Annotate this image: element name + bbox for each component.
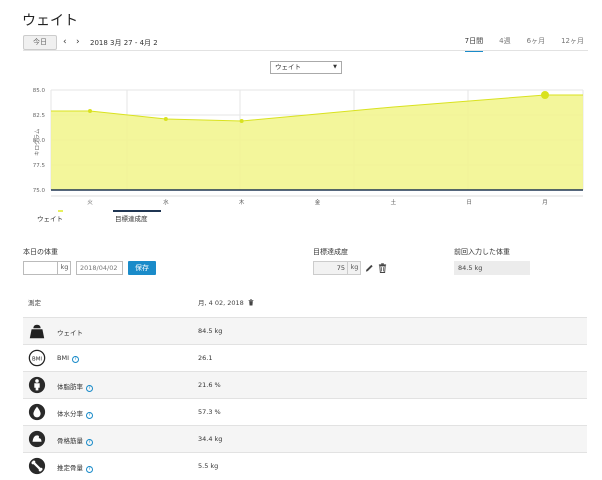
goal-value: 75 (336, 264, 345, 272)
table-row: 骨格筋量? 34.4 kg (23, 425, 587, 452)
delete-entry-icon[interactable] (248, 299, 254, 306)
row-label-text: ウェイト (57, 329, 83, 337)
row-label-bmi: BMI? (57, 354, 79, 363)
weight-point (239, 119, 244, 123)
x-tick-label: 月 (542, 199, 548, 206)
today-button[interactable]: 今日 (23, 35, 57, 50)
bone-icon (28, 457, 46, 475)
legend-weight: ウェイト (37, 210, 63, 223)
x-tick-label: 土 (391, 198, 397, 206)
legend-goal-swatch (113, 210, 161, 212)
muscle-icon (28, 430, 46, 448)
row-value-body-water: 57.3 % (198, 408, 221, 416)
weight-chart: 85.0 82.5 80.0 77.5 75.0 火水木金土日月キログラム (0, 84, 602, 224)
body-fat-icon (28, 376, 46, 394)
chevron-left-icon[interactable]: ‹ (63, 36, 67, 48)
scale-weight-icon (28, 322, 46, 340)
row-value-muscle: 34.4 kg (198, 435, 223, 443)
weight-point (541, 91, 549, 99)
trash-icon[interactable] (378, 263, 387, 273)
previous-weight-value: 84.5 kg (454, 261, 530, 275)
row-value-body-fat: 21.6 % (198, 381, 221, 389)
row-value-bmi: 26.1 (198, 354, 213, 362)
weight-point (163, 117, 168, 121)
row-label-text: 体脂肪率 (57, 383, 83, 391)
y-tick-label: 77.5 (33, 163, 46, 169)
bmi-icon: BMI (28, 349, 46, 367)
legend-weight-swatch (58, 210, 63, 212)
row-value-bone: 5.5 kg (198, 462, 219, 470)
pencil-icon[interactable] (365, 263, 374, 273)
page-title: ウェイト (22, 13, 78, 29)
weight-unit: kg (57, 261, 71, 275)
previous-weight-label: 前回入力した体重 (454, 248, 510, 256)
today-weight-label: 本日の体重 (23, 248, 58, 256)
save-button[interactable]: 保存 (128, 261, 156, 275)
date-range: 2018 3月 27 - 4月 2 (90, 39, 158, 47)
measurement-table: ウェイト 84.5 kg BMI BMI? 26.1 体脂肪率? 21.6 % 体水分率? 57… (23, 317, 587, 479)
x-tick-label: 火 (87, 200, 93, 206)
row-value-scale-weight: 84.5 kg (198, 327, 223, 335)
info-icon[interactable]: ? (71, 356, 79, 363)
y-tick-label: 82.5 (33, 113, 46, 119)
info-icon[interactable]: ? (86, 439, 93, 446)
date-input[interactable]: 2018/04/02 (76, 261, 123, 275)
tabs-divider (23, 50, 588, 51)
table-row: BMI BMI? 26.1 (23, 344, 587, 371)
weight-point (88, 109, 92, 113)
row-label-body-water: 体水分率? (57, 408, 93, 419)
goal-unit: kg (347, 261, 361, 275)
goal-label: 目標達成度 (313, 248, 348, 256)
row-label-muscle: 骨格筋量? (57, 435, 93, 446)
table-row: 体脂肪率? 21.6 % (23, 371, 587, 398)
caret-down-icon: ▼ (333, 64, 337, 70)
info-icon[interactable]: ? (86, 412, 93, 419)
legend-weight-label: ウェイト (37, 215, 63, 223)
row-label-body-fat: 体脂肪率? (57, 381, 93, 392)
x-tick-label: 木 (239, 198, 245, 206)
svg-text:BMI: BMI (32, 356, 42, 362)
row-label-scale-weight: ウェイト (57, 327, 83, 337)
legend-goal: 目標達成度 (113, 210, 161, 223)
measurement-header-label: 測定 (28, 299, 41, 307)
measurement-header-date-cell: 月, 4 02, 2018 (198, 297, 254, 307)
info-icon[interactable]: ? (86, 385, 93, 392)
measurement-header-date: 月, 4 02, 2018 (198, 299, 244, 307)
row-label-text: 推定骨量 (57, 464, 83, 472)
y-tick-label: 85.0 (33, 88, 46, 94)
info-icon[interactable]: ? (86, 466, 93, 473)
row-label-text: 体水分率 (57, 410, 83, 418)
table-row: 体水分率? 57.3 % (23, 398, 587, 425)
chevron-right-icon[interactable]: › (76, 36, 80, 48)
metric-select-value: ウェイト (275, 63, 301, 71)
legend-goal-label: 目標達成度 (115, 215, 148, 223)
row-label-text: BMI (57, 354, 69, 362)
x-tick-label: 水 (163, 198, 169, 206)
table-row: 推定骨量? 5.5 kg (23, 452, 587, 479)
row-label-bone: 推定骨量? (57, 462, 93, 473)
x-tick-label: 金 (315, 198, 321, 206)
table-row: ウェイト 84.5 kg (23, 317, 587, 344)
y-axis-label: キログラム (33, 128, 41, 156)
body-water-icon (28, 403, 46, 421)
weight-chart-svg: 85.082.580.077.575.0火水木金土日月キログラム (33, 88, 584, 206)
x-tick-label: 日 (466, 199, 472, 206)
y-tick-label: 75.0 (33, 188, 46, 194)
weight-area (51, 95, 583, 190)
row-label-text: 骨格筋量 (57, 437, 83, 445)
metric-select[interactable]: ウェイト ▼ (270, 61, 342, 74)
